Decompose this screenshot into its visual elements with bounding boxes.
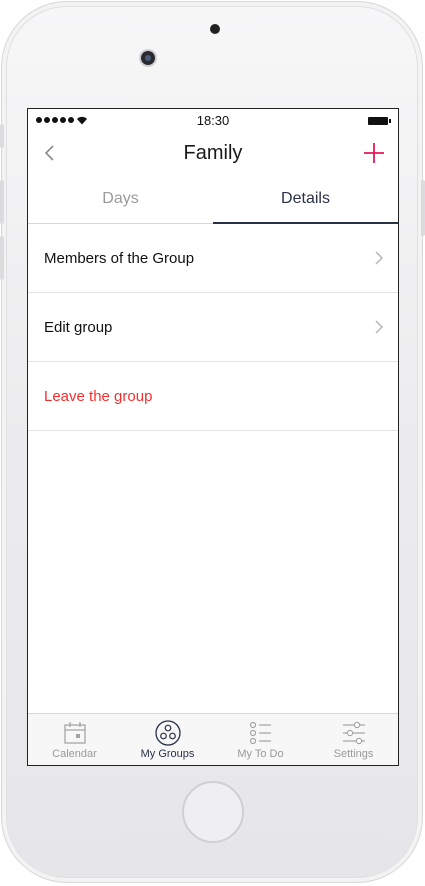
app-screen: 18:30 Family Days Details Members of the… — [27, 108, 399, 766]
leave-group-label: Leave the group — [44, 388, 153, 405]
tab-bar-item-settings[interactable]: Settings — [307, 714, 398, 765]
tab-bar-label: My Groups — [140, 748, 195, 760]
tab-bar-item-my-groups[interactable]: My Groups — [121, 714, 214, 765]
tab-days[interactable]: Days — [28, 175, 213, 223]
tab-bar-label: Calendar — [52, 748, 97, 760]
list-item-leave-group[interactable]: Leave the group — [28, 362, 398, 431]
page-title: Family — [183, 142, 243, 164]
battery-icon — [368, 117, 391, 125]
status-time: 18:30 — [196, 113, 230, 128]
details-list: Members of the Group Edit group Leave th… — [28, 224, 398, 431]
list-item-edit-group[interactable]: Edit group — [28, 293, 398, 362]
mute-switch — [0, 124, 4, 148]
list-item-label: Edit group — [44, 319, 113, 336]
tab-bar-item-calendar[interactable]: Calendar — [28, 714, 121, 765]
segmented-tabs: Days Details — [28, 175, 398, 224]
list-item-members[interactable]: Members of the Group — [28, 224, 398, 293]
add-plus-icon[interactable] — [360, 139, 388, 167]
tab-details[interactable]: Details — [213, 175, 398, 223]
calendar-icon — [63, 722, 86, 744]
chevron-right-icon — [375, 320, 384, 334]
volume-down-button — [0, 236, 4, 280]
status-bar: 18:30 — [28, 109, 398, 131]
list-item-label: Members of the Group — [44, 250, 195, 267]
settings-sliders-icon — [342, 721, 365, 745]
groups-icon — [154, 720, 181, 746]
chevron-right-icon — [375, 251, 384, 265]
todo-list-icon — [249, 721, 271, 745]
volume-up-button — [0, 180, 4, 224]
bottom-tab-bar: Calendar My Groups My To Do Settings — [28, 713, 398, 765]
tab-bar-item-my-todo[interactable]: My To Do — [214, 714, 307, 765]
power-button — [421, 180, 425, 236]
home-button[interactable] — [182, 781, 244, 843]
tab-bar-label: My To Do — [237, 748, 284, 760]
speaker — [210, 24, 220, 34]
navigation-bar: Family — [28, 131, 398, 175]
front-camera — [141, 51, 155, 65]
tab-bar-label: Settings — [333, 748, 374, 760]
